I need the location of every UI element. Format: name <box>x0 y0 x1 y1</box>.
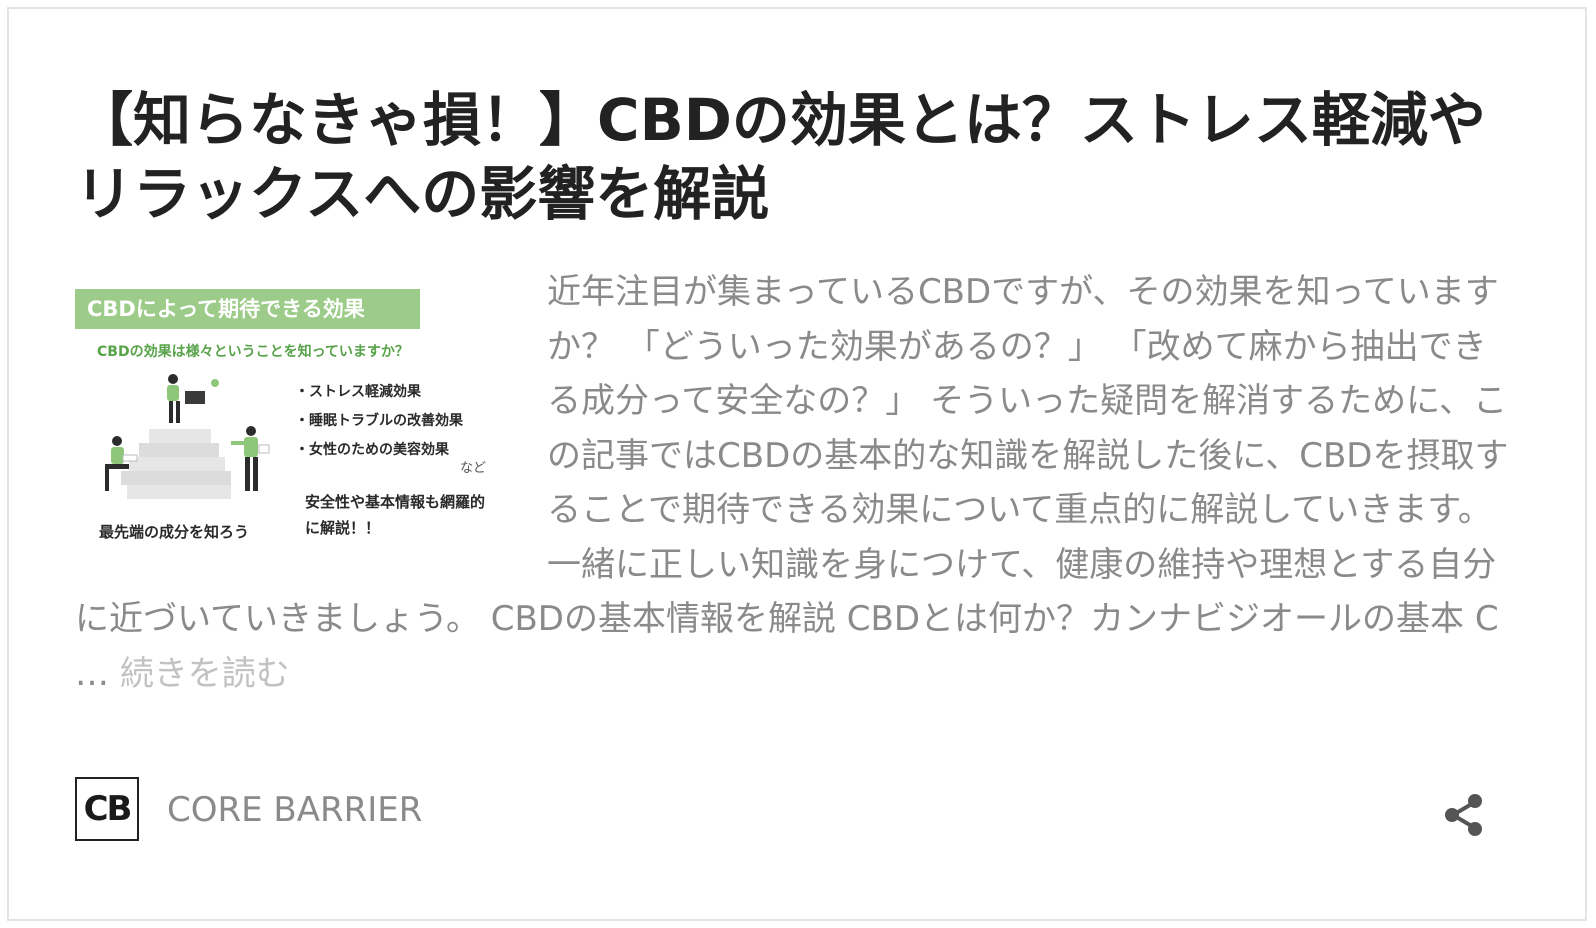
thumbnail-etc: など <box>460 461 487 476</box>
article-title[interactable]: 【知らなきゃ損！】CBDの効果とは？ストレス軽減やリラックスへの影響を解説 <box>75 83 1515 231</box>
thumbnail-bullet: ・女性のための美容効果 <box>295 442 449 458</box>
article-card[interactable]: 【知らなきゃ損！】CBDの効果とは？ストレス軽減やリラックスへの影響を解説 CB… <box>7 7 1587 921</box>
site-logo[interactable]: CB <box>75 777 139 841</box>
share-icon[interactable] <box>1441 791 1489 839</box>
card-footer: CB CORE BARRIER <box>75 777 1495 843</box>
thumbnail-header: CBDによって期待できる効果 <box>75 289 420 329</box>
read-more-link[interactable]: 続きを読む <box>120 654 290 694</box>
thumbnail-safety-note: 安全性や基本情報も網羅的に解説！！ <box>305 493 486 537</box>
article-thumbnail[interactable]: CBDによって期待できる効果 CBDの効果は様々ということを知っていますか？ ・… <box>75 281 505 551</box>
thumbnail-bullets: ・ストレス軽減効果 ・睡眠トラブルの改善効果 ・女性のための美容効果 <box>295 378 463 465</box>
thumbnail-subheading: CBDの効果は様々ということを知っていますか？ <box>97 344 409 360</box>
article-body: CBDによって期待できる効果 CBDの効果は様々ということを知っていますか？ ・… <box>75 265 1515 701</box>
site-name[interactable]: CORE BARRIER <box>167 789 422 831</box>
people-illustration <box>105 374 270 499</box>
thumbnail-tagline: 最先端の成分を知ろう <box>99 523 250 541</box>
thumbnail-bullet: ・ストレス軽減効果 <box>295 384 421 400</box>
thumbnail-bullet: ・睡眠トラブルの改善効果 <box>295 413 463 429</box>
